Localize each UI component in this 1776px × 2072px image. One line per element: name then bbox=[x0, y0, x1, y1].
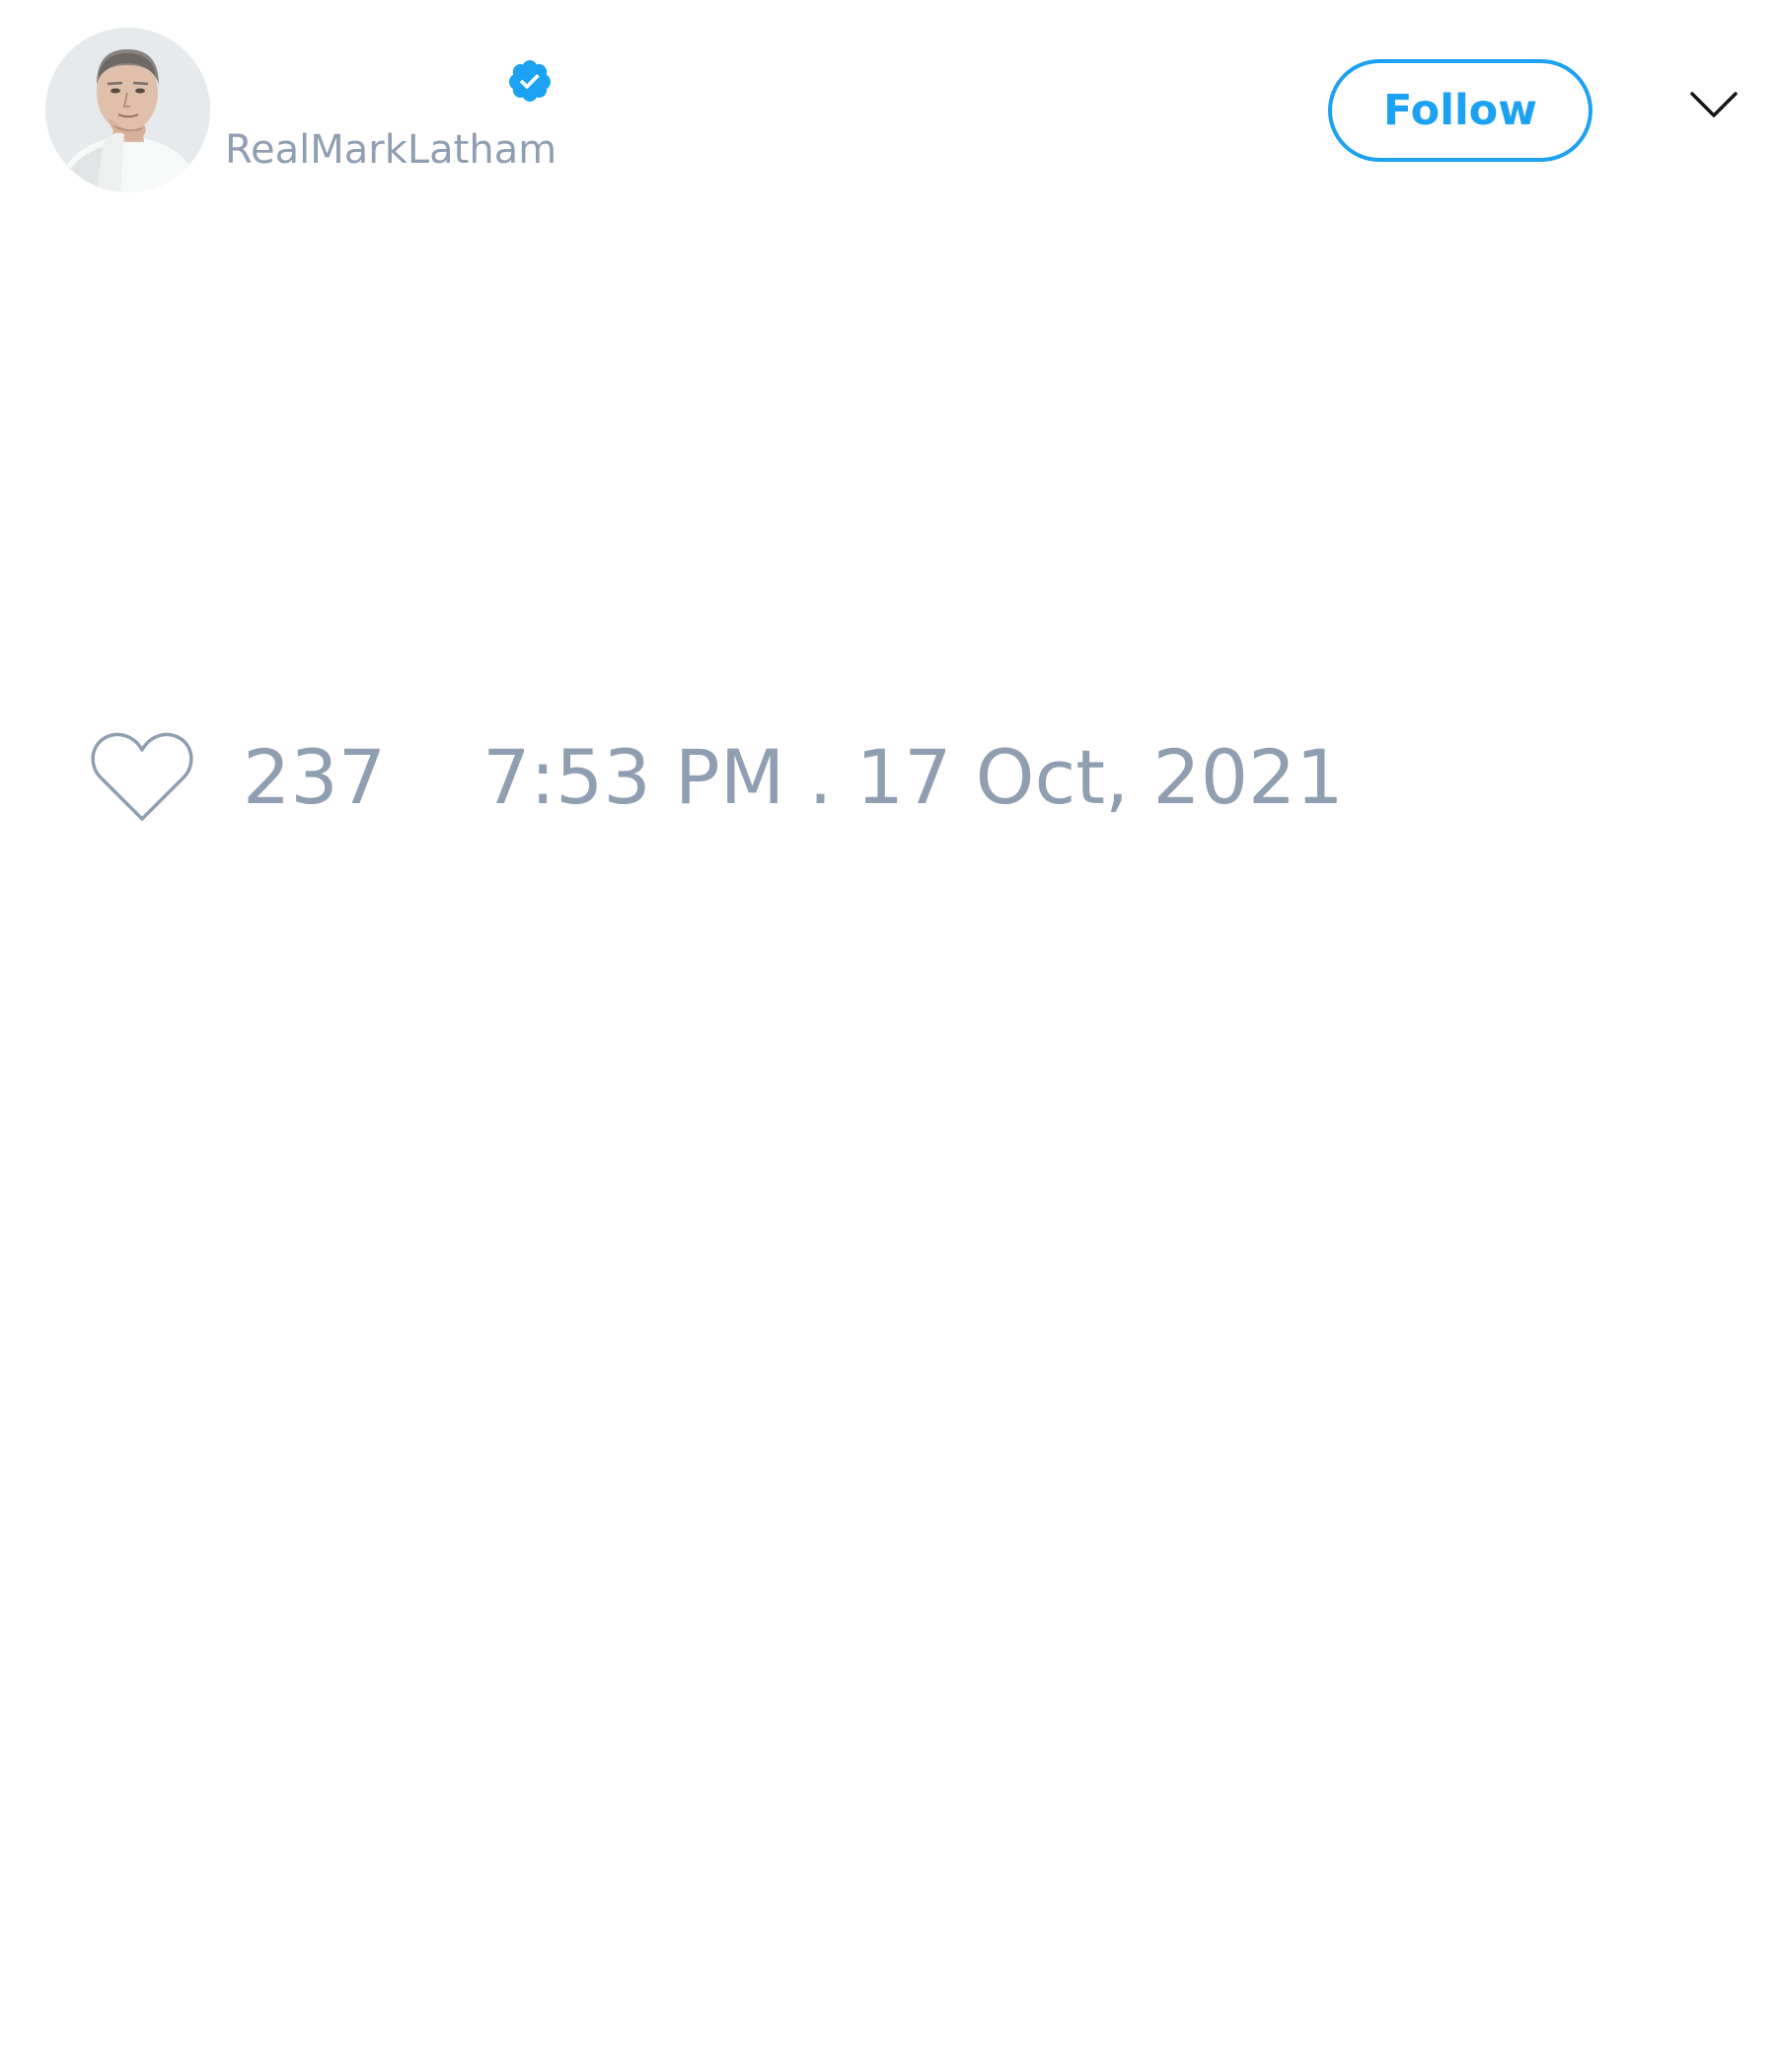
author-handle[interactable]: RealMarkLatham bbox=[225, 124, 556, 176]
tweet-footer: 237 7:53 PM . 17 Oct, 2021 bbox=[89, 728, 1344, 827]
like-count: 237 bbox=[243, 733, 387, 821]
follow-button[interactable]: Follow bbox=[1328, 59, 1592, 162]
tweet-card: RealMarkLatham Follow 237 7:53 PM . 17 O… bbox=[0, 0, 1776, 2072]
heart-icon[interactable] bbox=[89, 730, 195, 825]
verified-badge-icon bbox=[508, 60, 551, 102]
chevron-down-icon[interactable] bbox=[1689, 89, 1739, 120]
tweet-timestamp[interactable]: 7:53 PM . 17 Oct, 2021 bbox=[482, 728, 1344, 827]
avatar[interactable] bbox=[45, 28, 210, 192]
avatar-photo bbox=[45, 28, 210, 192]
